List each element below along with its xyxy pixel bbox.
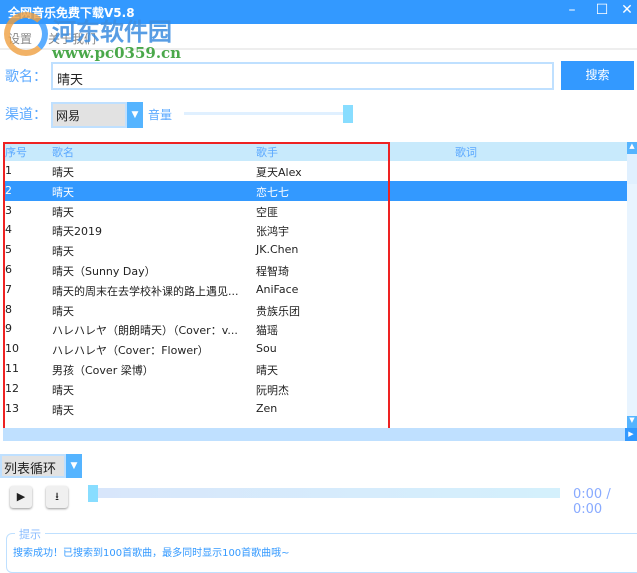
volume-label: 音量 <box>148 108 173 122</box>
volume-slider-thumb[interactable] <box>343 105 353 123</box>
chevron-down-icon[interactable]: ▼ <box>127 102 143 128</box>
scroll-down-icon[interactable]: ▼ <box>627 416 637 428</box>
minimize-button[interactable]: – <box>562 2 582 18</box>
header-lyrics[interactable]: 歌词 <box>455 144 477 160</box>
volume-slider[interactable] <box>184 112 347 115</box>
download-button[interactable]: ⭳ <box>46 486 68 508</box>
scroll-up-icon[interactable]: ▲ <box>627 142 637 154</box>
notice-title: 提示 <box>15 526 45 542</box>
watermark-url: www.pc0359.cn <box>52 44 182 62</box>
channel-select[interactable]: 网易 <box>51 102 127 128</box>
play-mode-select[interactable]: 列表循环 <box>0 454 66 478</box>
channel-label: 渠道： <box>5 107 47 123</box>
scroll-thumb[interactable] <box>627 154 637 184</box>
maximize-button[interactable]: ☐ <box>592 2 612 18</box>
progress-bar[interactable] <box>88 488 560 498</box>
horizontal-scrollbar[interactable]: ▶ <box>3 428 637 441</box>
song-name-input[interactable]: 晴天 <box>51 62 554 90</box>
highlight-box <box>3 142 390 440</box>
song-name-label: 歌名： <box>5 69 47 85</box>
search-button[interactable]: 搜索 <box>561 61 634 90</box>
close-button[interactable]: ✕ <box>617 2 637 18</box>
scroll-right-icon[interactable]: ▶ <box>625 428 637 441</box>
chevron-down-icon[interactable]: ▼ <box>66 454 82 478</box>
play-button[interactable]: ▶ <box>10 486 32 508</box>
notice-message: 搜索成功！已搜索到100首歌曲，最多同时显示100首歌曲哦~ <box>13 548 290 559</box>
download-icon: ⭳ <box>55 490 59 503</box>
watermark-logo-icon <box>4 12 48 56</box>
progress-thumb[interactable] <box>88 485 98 502</box>
vertical-scrollbar[interactable]: ▲ ▼ <box>627 142 637 428</box>
time-display: 0:00 / 0:00 <box>573 487 611 517</box>
watermark-name: 河东软件园 <box>52 17 172 46</box>
play-icon: ▶ <box>16 490 26 503</box>
